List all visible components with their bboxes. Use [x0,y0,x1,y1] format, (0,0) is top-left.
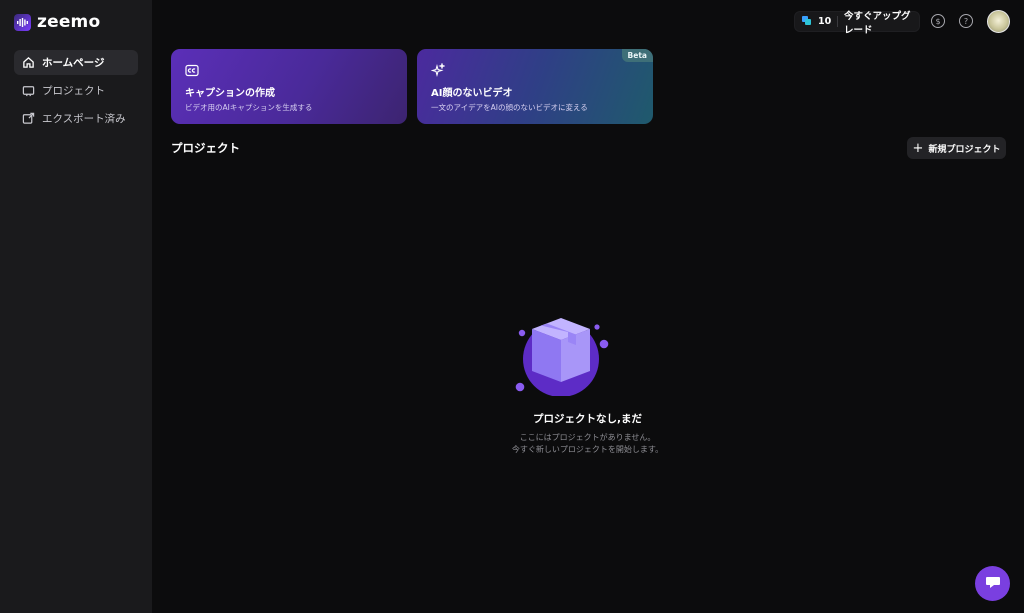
upgrade-button[interactable]: 今すぐアップグレード [844,8,919,36]
new-project-label: 新規プロジェクト [928,144,1001,155]
app-name: zeemo [37,12,101,32]
ai-faceless-video-card[interactable]: Beta AI顔のないビデオ 一文のアイデアをAIの顔のないビデオに変える [417,49,653,124]
card-subtitle: 一文のアイデアをAIの顔のないビデオに変える [431,103,588,112]
support-chat-button[interactable] [975,566,1010,601]
beta-badge: Beta [621,49,653,62]
new-project-button[interactable]: + 新規プロジェクト [907,137,1006,159]
create-captions-card[interactable]: キャプションの作成 ビデオ用のAIキャプションを生成する [171,49,407,124]
chat-icon [985,574,1001,593]
sidebar-item-exported[interactable]: エクスポート済み [14,106,138,131]
sidebar-item-label: プロジェクト [42,85,105,97]
avatar[interactable] [987,10,1010,33]
empty-state-text: 今すぐ新しいプロジェクトを開始します。 [511,445,664,454]
credits-upgrade-pill[interactable]: 10 今すぐアップグレード [794,11,920,36]
card-title: キャプションの作成 [185,88,275,99]
projects-heading: プロジェクト [171,141,240,155]
card-title: AI顔のないビデオ [431,88,513,99]
divider [837,16,839,27]
empty-state-text: ここにはプロジェクトがありません。 [519,433,656,442]
home-icon [21,56,35,70]
sidebar: zeemo ホームページ プロジェクト エクスポート済み [0,0,152,613]
logo[interactable]: zeemo [14,12,100,32]
projects-icon [21,84,35,98]
zeemo-logo-icon [14,13,31,31]
credit-count: 10 [818,16,832,27]
plus-icon: + [912,140,924,156]
empty-box-illustration [510,314,612,397]
sidebar-nav: ホームページ プロジェクト エクスポート済み [14,50,138,134]
sidebar-item-label: エクスポート済み [42,113,126,125]
sidebar-item-projects[interactable]: プロジェクト [14,78,138,103]
card-subtitle: ビデオ用のAIキャプションを生成する [185,103,313,112]
sidebar-item-label: ホームページ [42,57,105,69]
help-icon[interactable]: ? [959,14,973,28]
sidebar-item-home[interactable]: ホームページ [14,50,138,75]
credit-coin-icon [801,15,812,29]
subscription-icon[interactable]: $ [931,14,945,28]
empty-state-title: プロジェクトなし,まだ [533,413,642,425]
sparkle-icon [430,62,446,78]
export-icon [21,112,35,126]
cc-icon [185,62,199,77]
